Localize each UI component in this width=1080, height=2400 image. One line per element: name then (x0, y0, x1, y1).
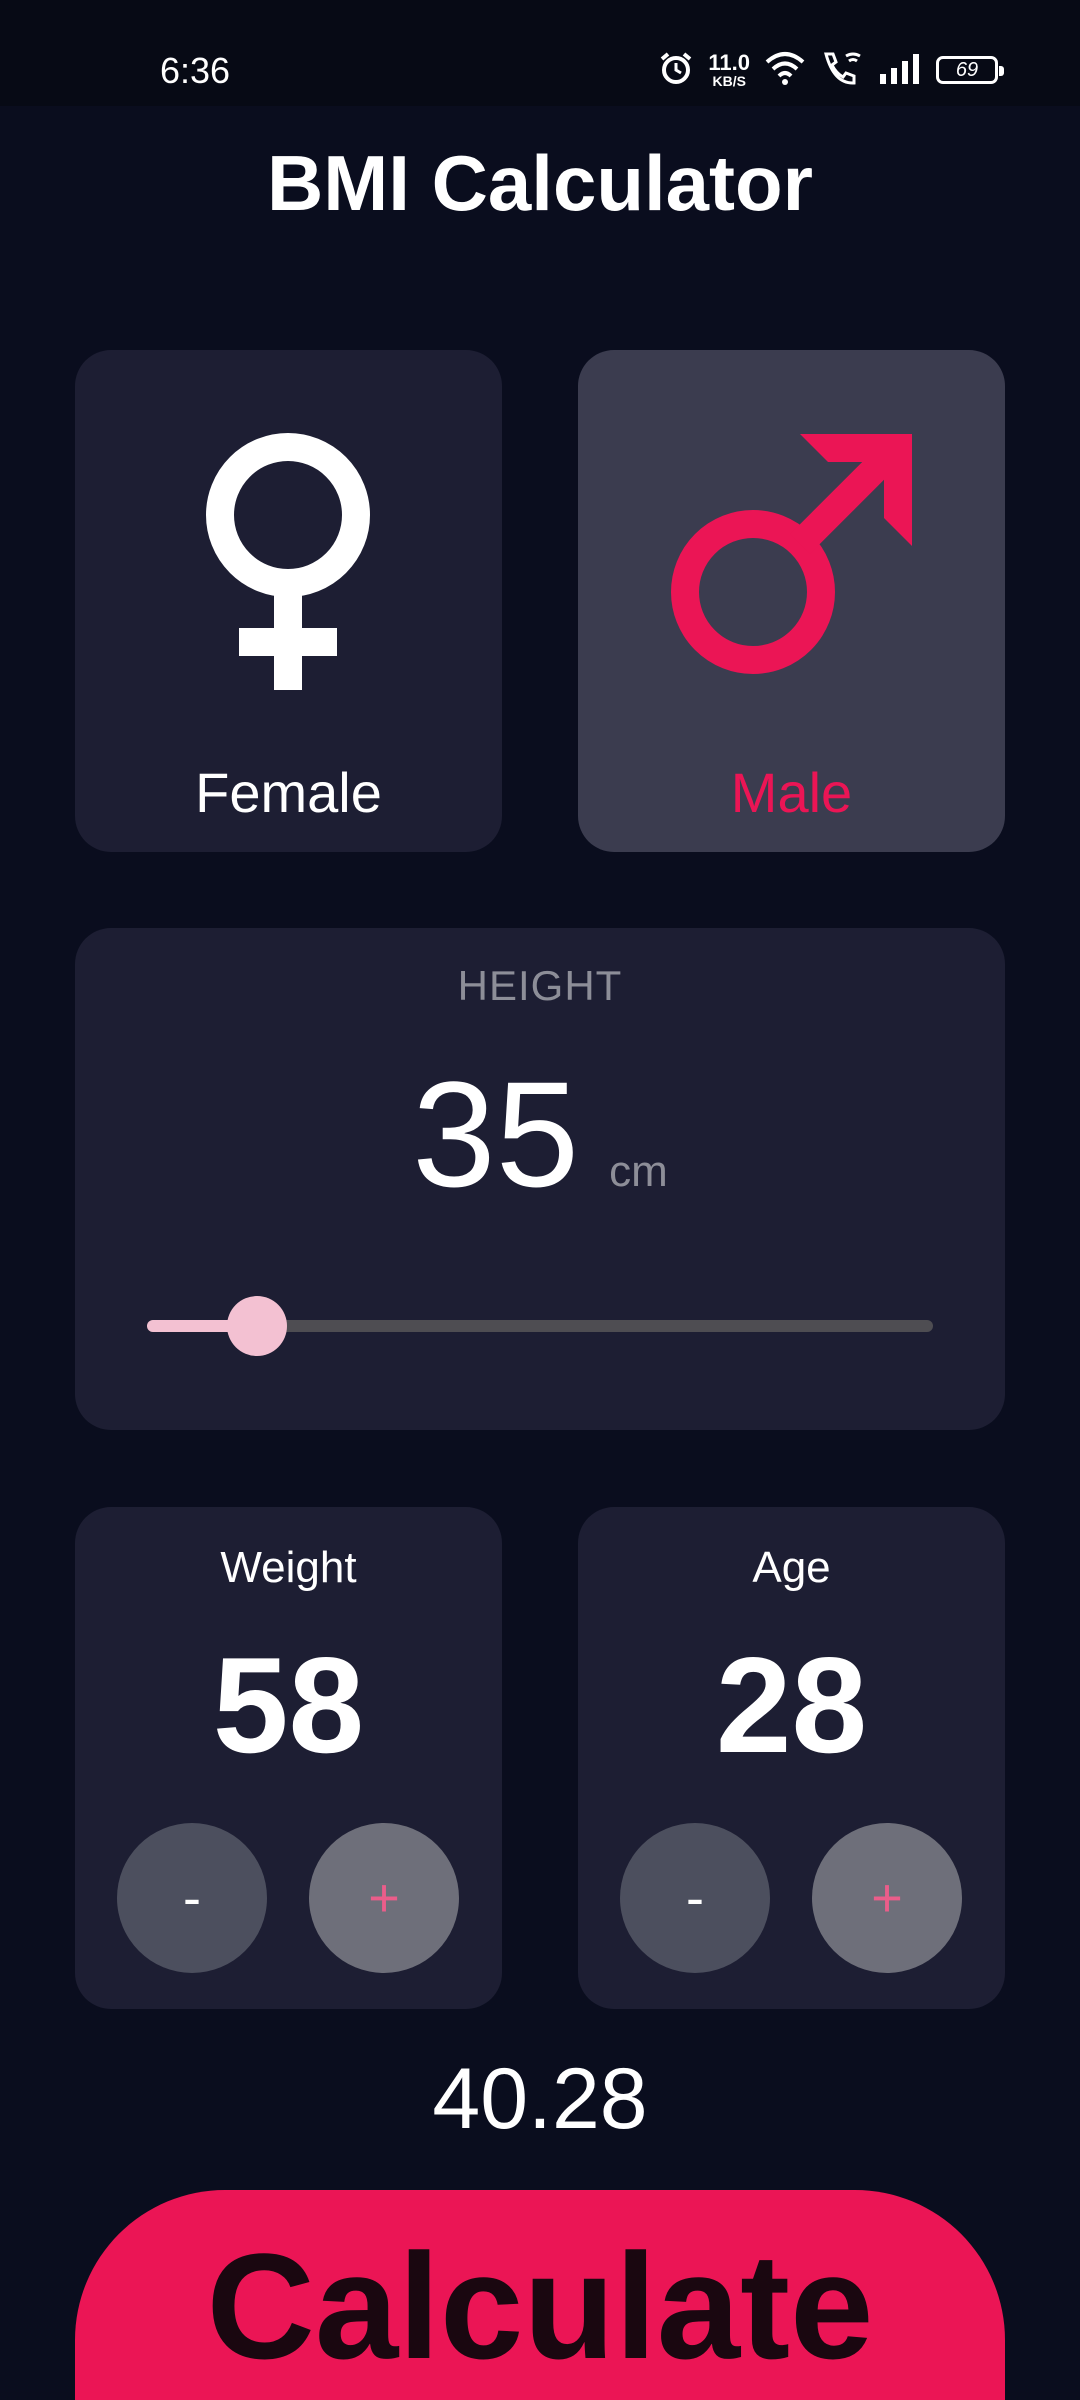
female-icon (206, 433, 370, 690)
height-title: HEIGHT (457, 962, 623, 1009)
status-icons: 11.0 KB/S 69 (658, 48, 1004, 92)
network-speed-value: 11.0 (708, 50, 750, 75)
male-label: Male (730, 761, 853, 824)
gender-card-female[interactable]: Female (75, 350, 502, 852)
status-bar: 6:36 11.0 KB/S 69 (0, 0, 1080, 106)
battery-icon: 69 (936, 56, 1004, 84)
weight-increment-button[interactable]: + (309, 1823, 459, 1973)
wifi-icon (764, 50, 806, 91)
female-label: Female (195, 761, 382, 824)
weight-card: Weight 58 - + (75, 1507, 502, 2009)
weight-decrement-button[interactable]: - (117, 1823, 267, 1973)
battery-level: 69 (955, 58, 979, 81)
age-label: Age (752, 1543, 831, 1592)
height-slider-thumb[interactable] (227, 1296, 288, 1356)
signal-icon (878, 52, 922, 89)
weight-value: 58 (212, 1629, 365, 1781)
height-value-row: 35 cm (75, 1048, 1005, 1221)
age-decrement-button[interactable]: - (620, 1823, 770, 1973)
calculate-button[interactable]: Calculate (75, 2190, 1005, 2400)
weight-label: Weight (220, 1543, 357, 1592)
bmi-result: 40.28 (432, 2051, 648, 2147)
wifi-call-icon (820, 50, 864, 91)
height-unit: cm (609, 1147, 668, 1196)
male-icon (671, 434, 912, 674)
calculate-button-label: Calculate (206, 2222, 874, 2390)
network-speed-unit: KB/S (712, 73, 746, 89)
age-increment-button[interactable]: + (812, 1823, 962, 1973)
alarm-icon (658, 50, 694, 91)
gender-card-male[interactable]: Male (578, 350, 1005, 852)
status-time: 6:36 (160, 50, 231, 91)
age-value: 28 (715, 1629, 868, 1781)
height-value: 35 (412, 1050, 580, 1218)
network-speed: 11.0 KB/S (708, 50, 750, 89)
height-slider[interactable] (147, 1296, 933, 1356)
height-card: HEIGHT 35 cm (75, 928, 1005, 1430)
page-title: BMI Calculator (266, 139, 814, 227)
age-card: Age 28 - + (578, 1507, 1005, 2009)
